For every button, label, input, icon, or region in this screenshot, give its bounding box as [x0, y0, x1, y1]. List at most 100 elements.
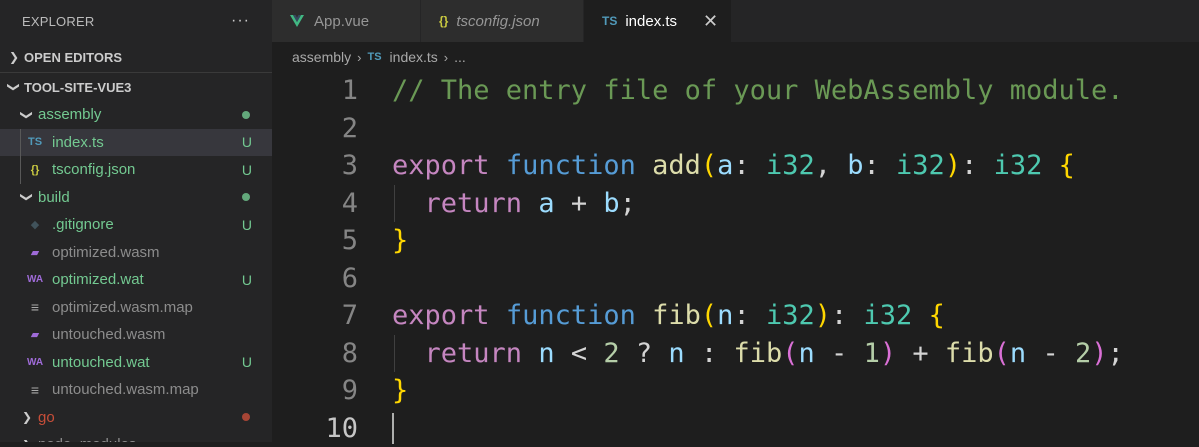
code-line: 4 return a + b; — [272, 185, 1199, 223]
code-text: export function fib(n: i32): i32 { — [392, 300, 945, 331]
tab-label: index.ts — [625, 13, 677, 30]
status-dot — [242, 413, 250, 421]
more-actions-icon[interactable]: ··· — [231, 12, 250, 30]
code-editor[interactable]: 1 // The entry file of your WebAssembly … — [272, 72, 1199, 442]
tree-file-optimized-wasm[interactable]: ▰ optimized.wasm — [0, 239, 272, 267]
tree-folder-build[interactable]: ❯ build — [0, 184, 272, 212]
tree-item-label: optimized.wasm.map — [52, 299, 193, 316]
tab-app-vue[interactable]: App.vue — [272, 0, 421, 42]
open-editors-section[interactable]: ❯ OPEN EDITORS — [0, 42, 272, 72]
code-line: 5 } — [272, 222, 1199, 260]
line-number: 2 — [272, 113, 392, 144]
wat-icon: WA — [26, 274, 44, 285]
status-dot — [242, 111, 250, 119]
status-badge: U — [242, 134, 252, 150]
tree-file-untouched-wasm[interactable]: ▰ untouched.wasm — [0, 321, 272, 349]
file-lines-icon: ≡ — [26, 382, 44, 398]
vue-icon — [290, 15, 304, 27]
line-number: 9 — [272, 375, 392, 406]
json-icon: {} — [26, 164, 44, 176]
tree-file-optimized-wat[interactable]: WA optimized.wat U — [0, 266, 272, 294]
indent-guide — [20, 156, 21, 184]
code-text: export function add(a: i32, b: i32): i32… — [392, 150, 1075, 181]
code-line: 7 export function fib(n: i32): i32 { — [272, 297, 1199, 335]
tree-file-untouched-wat[interactable]: WA untouched.wat U — [0, 349, 272, 377]
tree-item-label: go — [38, 409, 55, 426]
typescript-icon: TS — [367, 51, 381, 63]
file-tree: ❯ assembly TS index.ts U {} tsconfig.jso… — [0, 101, 272, 442]
tab-tsconfig-json[interactable]: {} tsconfig.json — [421, 0, 584, 42]
tree-item-label: build — [38, 189, 70, 206]
code-line: 10 — [272, 410, 1199, 447]
line-number: 6 — [272, 263, 392, 294]
line-number: 4 — [272, 188, 392, 219]
chevron-right-icon: › — [357, 50, 361, 65]
tree-item-label: index.ts — [52, 134, 104, 151]
tree-item-label: optimized.wasm — [52, 244, 160, 261]
tree-folder-go[interactable]: ❯ go — [0, 404, 272, 432]
line-number: 8 — [272, 338, 392, 369]
breadcrumb: assembly › TS index.ts › ... — [272, 42, 1199, 72]
typescript-icon: TS — [26, 136, 44, 148]
tree-folder-node-modules[interactable]: ❯ node_modules — [0, 431, 272, 442]
breadcrumb-file[interactable]: index.ts — [390, 49, 438, 65]
line-number: 10 — [272, 413, 392, 444]
line-number: 7 — [272, 300, 392, 331]
tree-item-label: tsconfig.json — [52, 161, 135, 178]
indent-guide — [394, 185, 395, 223]
chevron-down-icon: ❯ — [7, 79, 21, 95]
code-line: 3 export function add(a: i32, b: i32): i… — [272, 147, 1199, 185]
code-text: } — [392, 225, 408, 256]
open-editors-label: OPEN EDITORS — [24, 50, 122, 65]
tree-file-index-ts[interactable]: TS index.ts U — [0, 129, 272, 157]
tree-item-label: untouched.wat — [52, 354, 150, 371]
code-line: 9 } — [272, 372, 1199, 410]
chevron-right-icon: › — [444, 50, 448, 65]
line-number: 5 — [272, 225, 392, 256]
tree-item-label: .gitignore — [52, 216, 114, 233]
code-comment: // The entry file of your WebAssembly mo… — [392, 75, 1124, 106]
chevron-right-icon: ❯ — [20, 410, 34, 424]
chevron-down-icon: ❯ — [20, 108, 34, 122]
tree-file-tsconfig[interactable]: {} tsconfig.json U — [0, 156, 272, 184]
workspace-section[interactable]: ❯ TOOL-SITE-VUE3 — [0, 73, 272, 101]
status-dot — [242, 193, 250, 201]
close-icon[interactable]: ✕ — [703, 11, 718, 32]
explorer-sidebar: EXPLORER ··· ❯ OPEN EDITORS ❯ TOOL-SITE-… — [0, 0, 272, 442]
chevron-right-icon: ❯ — [6, 50, 22, 64]
code-text: } — [392, 375, 408, 406]
code-text: return a + b; — [392, 188, 636, 219]
tree-item-label: untouched.wasm.map — [52, 381, 199, 398]
line-number: 1 — [272, 75, 392, 106]
file-lines-icon: ≡ — [26, 299, 44, 315]
tab-label: tsconfig.json — [456, 13, 539, 30]
explorer-title: EXPLORER — [22, 14, 94, 29]
tree-item-label: node_modules — [38, 436, 136, 442]
json-icon: {} — [439, 14, 448, 28]
tree-item-label: optimized.wat — [52, 271, 144, 288]
indent-guide — [20, 129, 21, 157]
git-icon: ◆ — [26, 218, 44, 231]
text-cursor — [392, 413, 394, 444]
breadcrumb-folder[interactable]: assembly — [292, 49, 351, 65]
tab-index-ts[interactable]: TS index.ts ✕ — [584, 0, 732, 42]
breadcrumb-more[interactable]: ... — [454, 49, 466, 65]
code-line: 2 — [272, 110, 1199, 148]
chevron-right-icon: ❯ — [20, 438, 34, 442]
chevron-down-icon: ❯ — [20, 190, 34, 204]
explorer-header: EXPLORER ··· — [0, 0, 272, 42]
typescript-icon: TS — [602, 14, 617, 28]
wat-icon: WA — [26, 357, 44, 368]
indent-guide — [394, 335, 395, 373]
status-badge: U — [242, 354, 252, 370]
tree-folder-assembly[interactable]: ❯ assembly — [0, 101, 272, 129]
tree-item-label: assembly — [38, 106, 101, 123]
status-badge: U — [242, 162, 252, 178]
tree-file-untouched-map[interactable]: ≡ untouched.wasm.map — [0, 376, 272, 404]
tree-file-gitignore[interactable]: ◆ .gitignore U — [0, 211, 272, 239]
tree-item-label: untouched.wasm — [52, 326, 165, 343]
code-text: return n < 2 ? n : fib(n - 1) + fib(n - … — [392, 338, 1124, 369]
tree-file-optimized-map[interactable]: ≡ optimized.wasm.map — [0, 294, 272, 322]
workspace-label: TOOL-SITE-VUE3 — [24, 80, 131, 95]
code-line: 1 // The entry file of your WebAssembly … — [272, 72, 1199, 110]
